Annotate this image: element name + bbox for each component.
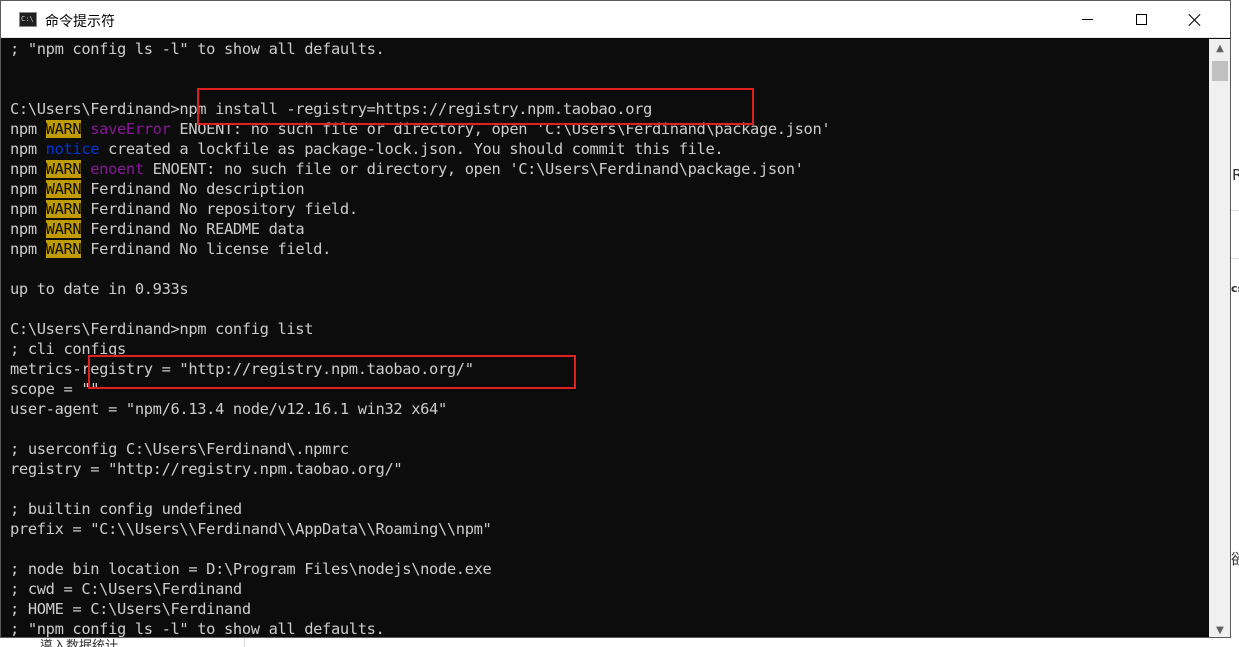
console-text: prefix = "C:\\Users\\Ferdinand\\AppData\… — [10, 520, 492, 538]
console-line: ; builtin config undefined — [10, 499, 1209, 519]
maximize-icon — [1135, 14, 1147, 25]
console-line: ; "npm config ls -l" to show all default… — [10, 39, 1209, 59]
console-line: npm WARN enoent ENOENT: no such file or … — [10, 159, 1209, 179]
warn-badge: WARN — [45, 160, 82, 178]
console-line: npm WARN saveError ENOENT: no such file … — [10, 119, 1209, 139]
scroll-down-arrow-icon[interactable]: ▼ — [1209, 621, 1230, 637]
error-code: enoent — [90, 160, 144, 178]
console-text: registry = "http://registry.npm.taobao.o… — [10, 460, 403, 478]
console-line: ; cwd = C:\Users\Ferdinand — [10, 579, 1209, 599]
console-line: C:\Users\Ferdinand>npm install -registry… — [10, 99, 1209, 119]
warn-badge: WARN — [45, 220, 82, 238]
minimize-icon — [1081, 19, 1093, 20]
scroll-up-arrow-icon[interactable]: ▲ — [1209, 39, 1230, 57]
console-text: npm — [10, 120, 46, 138]
console-text: ENOENT: no such file or directory, open … — [143, 160, 804, 178]
console-line: scope = "" — [10, 379, 1209, 399]
warn-badge: WARN — [45, 200, 82, 218]
notice-label: notice — [45, 140, 100, 158]
background-divider — [244, 638, 245, 647]
warn-badge: WARN — [45, 240, 82, 258]
console-line: npm WARN Ferdinand No description — [10, 179, 1209, 199]
console-text: ; node bin location = D:\Program Files\n… — [10, 560, 492, 578]
console-text: npm — [10, 180, 46, 198]
console-text: ; "npm config ls -l" to show all default… — [10, 40, 385, 58]
title-bar[interactable]: C:\ 命令提示符 — [1, 1, 1230, 38]
console-text: ; cwd = C:\Users\Ferdinand — [10, 580, 242, 598]
close-icon — [1188, 13, 1202, 27]
console-line: C:\Users\Ferdinand>npm config list — [10, 319, 1209, 339]
warn-badge: WARN — [45, 180, 82, 198]
console-text: npm — [10, 200, 46, 218]
console-text: up to date in 0.933s — [10, 280, 189, 298]
console-line: ; userconfig C:\Users\Ferdinand\.npmrc — [10, 439, 1209, 459]
console-line: npm WARN Ferdinand No license field. — [10, 239, 1209, 259]
console-line: ; node bin location = D:\Program Files\n… — [10, 559, 1209, 579]
background-text: cs — [1231, 282, 1239, 295]
vertical-scrollbar[interactable]: ▲ ▼ — [1209, 39, 1230, 637]
console-text: npm — [10, 220, 46, 238]
console-text: ; userconfig C:\Users\Ferdinand\.npmrc — [10, 440, 349, 458]
console-text: C:\Users\Ferdinand>npm config list — [10, 320, 314, 338]
command-prompt-window: C:\ 命令提示符 ; "npm config ls -l" to show a… — [0, 0, 1231, 638]
console-text: C:\Users\Ferdinand>npm install -registry… — [10, 100, 652, 118]
warn-badge: WARN — [45, 120, 82, 138]
background-divider — [1231, 210, 1239, 211]
console-text: Ferdinand No README data — [81, 220, 305, 238]
console-text: ; cli configs — [10, 340, 126, 358]
console-line: up to date in 0.933s — [10, 279, 1209, 299]
maximize-button[interactable] — [1118, 1, 1164, 38]
console-text: created a lockfile as package-lock.json.… — [99, 140, 724, 158]
background-divider — [1231, 258, 1239, 259]
console-text: user-agent = "npm/6.13.4 node/v12.16.1 w… — [10, 400, 447, 418]
console-text: ; HOME = C:\Users\Ferdinand — [10, 600, 251, 618]
console-line: user-agent = "npm/6.13.4 node/v12.16.1 w… — [10, 399, 1209, 419]
console-line: npm WARN Ferdinand No repository field. — [10, 199, 1209, 219]
console-text: Ferdinand No description — [81, 180, 305, 198]
background-text: R — [1232, 166, 1239, 184]
console-line: registry = "http://registry.npm.taobao.o… — [10, 459, 1209, 479]
console-text: metrics-registry = "http://registry.npm.… — [10, 360, 474, 378]
console-text: ENOENT: no such file or directory, open … — [170, 120, 831, 138]
background-text: 欲 — [1231, 550, 1239, 568]
console-line: npm WARN Ferdinand No README data — [10, 219, 1209, 239]
minimize-button[interactable] — [1064, 1, 1110, 38]
console-line: metrics-registry = "http://registry.npm.… — [10, 359, 1209, 379]
console-line: npm notice created a lockfile as package… — [10, 139, 1209, 159]
console-text: npm — [10, 140, 46, 158]
window-title: 命令提示符 — [45, 14, 115, 30]
scrollbar-thumb[interactable] — [1212, 61, 1228, 81]
console-line: ; "npm config ls -l" to show all default… — [10, 619, 1209, 638]
cmd-icon[interactable]: C:\ — [19, 12, 37, 27]
console-text: scope = "" — [10, 380, 100, 398]
console-text: npm — [10, 160, 46, 178]
console-text: npm — [10, 240, 46, 258]
console-line: ; cli configs — [10, 339, 1209, 359]
console-text: ; builtin config undefined — [10, 500, 242, 518]
console-output[interactable]: ; "npm config ls -l" to show all default… — [1, 39, 1209, 638]
console-line: prefix = "C:\\Users\\Ferdinand\\AppData\… — [10, 519, 1209, 539]
error-code: saveError — [90, 120, 171, 138]
close-button[interactable] — [1172, 1, 1218, 38]
console-text: Ferdinand No repository field. — [81, 200, 358, 218]
console-line: ; HOME = C:\Users\Ferdinand — [10, 599, 1209, 619]
console-text: ; "npm config ls -l" to show all default… — [10, 620, 385, 638]
console-text: Ferdinand No license field. — [81, 240, 331, 258]
